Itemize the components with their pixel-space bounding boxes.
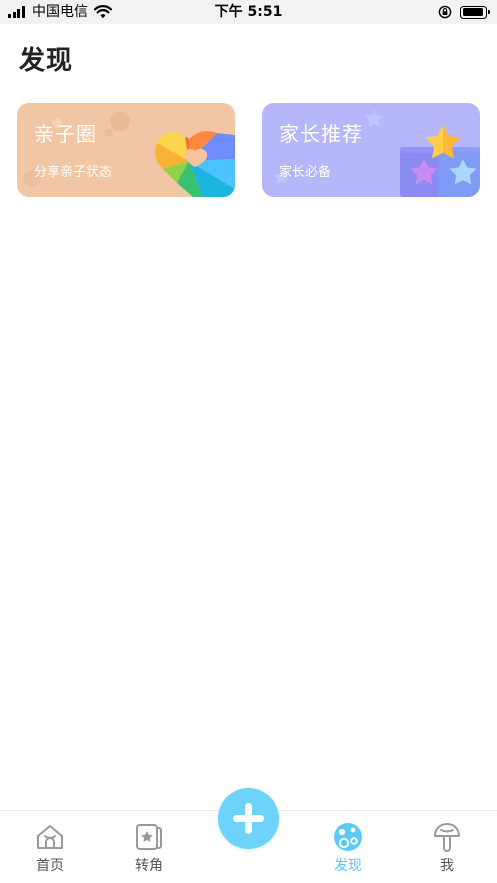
card-title: 亲子圈 [34,122,97,146]
plus-icon [245,803,252,834]
battery-icon [460,5,490,19]
tab-label: 发现 [334,858,362,874]
album-star-icon [136,824,162,850]
status-right [438,4,490,20]
mushroom-icon [434,823,460,852]
stars-box-icon [274,109,480,197]
tab-corner[interactable]: 转角 [99,811,199,883]
card-subtitle: 分享亲子状态 [34,165,113,180]
parent-recommend-card[interactable]: 家长推荐 家长必备 [262,103,480,197]
page-title: 发现 [19,46,74,76]
tab-label: 我 [440,858,454,874]
orientation-lock-icon [438,5,452,19]
tab-home[interactable]: 首页 [0,811,100,883]
card-subtitle: 家长必备 [279,165,332,180]
home-icon [37,825,63,849]
status-bar: 中国电信 下午 5:51 [0,0,497,24]
discover-icon [334,823,362,851]
add-button[interactable] [218,788,279,849]
tab-me[interactable]: 我 [397,811,497,883]
tab-discover[interactable]: 发现 [298,811,398,883]
tab-label: 首页 [36,858,64,874]
tab-label: 转角 [135,858,163,874]
family-circle-card[interactable]: 亲子圈 分享亲子状态 [17,103,235,197]
status-time: 下午 5:51 [214,4,283,20]
rainbow-heart-icon [23,111,235,197]
card-title: 家长推荐 [279,122,363,146]
